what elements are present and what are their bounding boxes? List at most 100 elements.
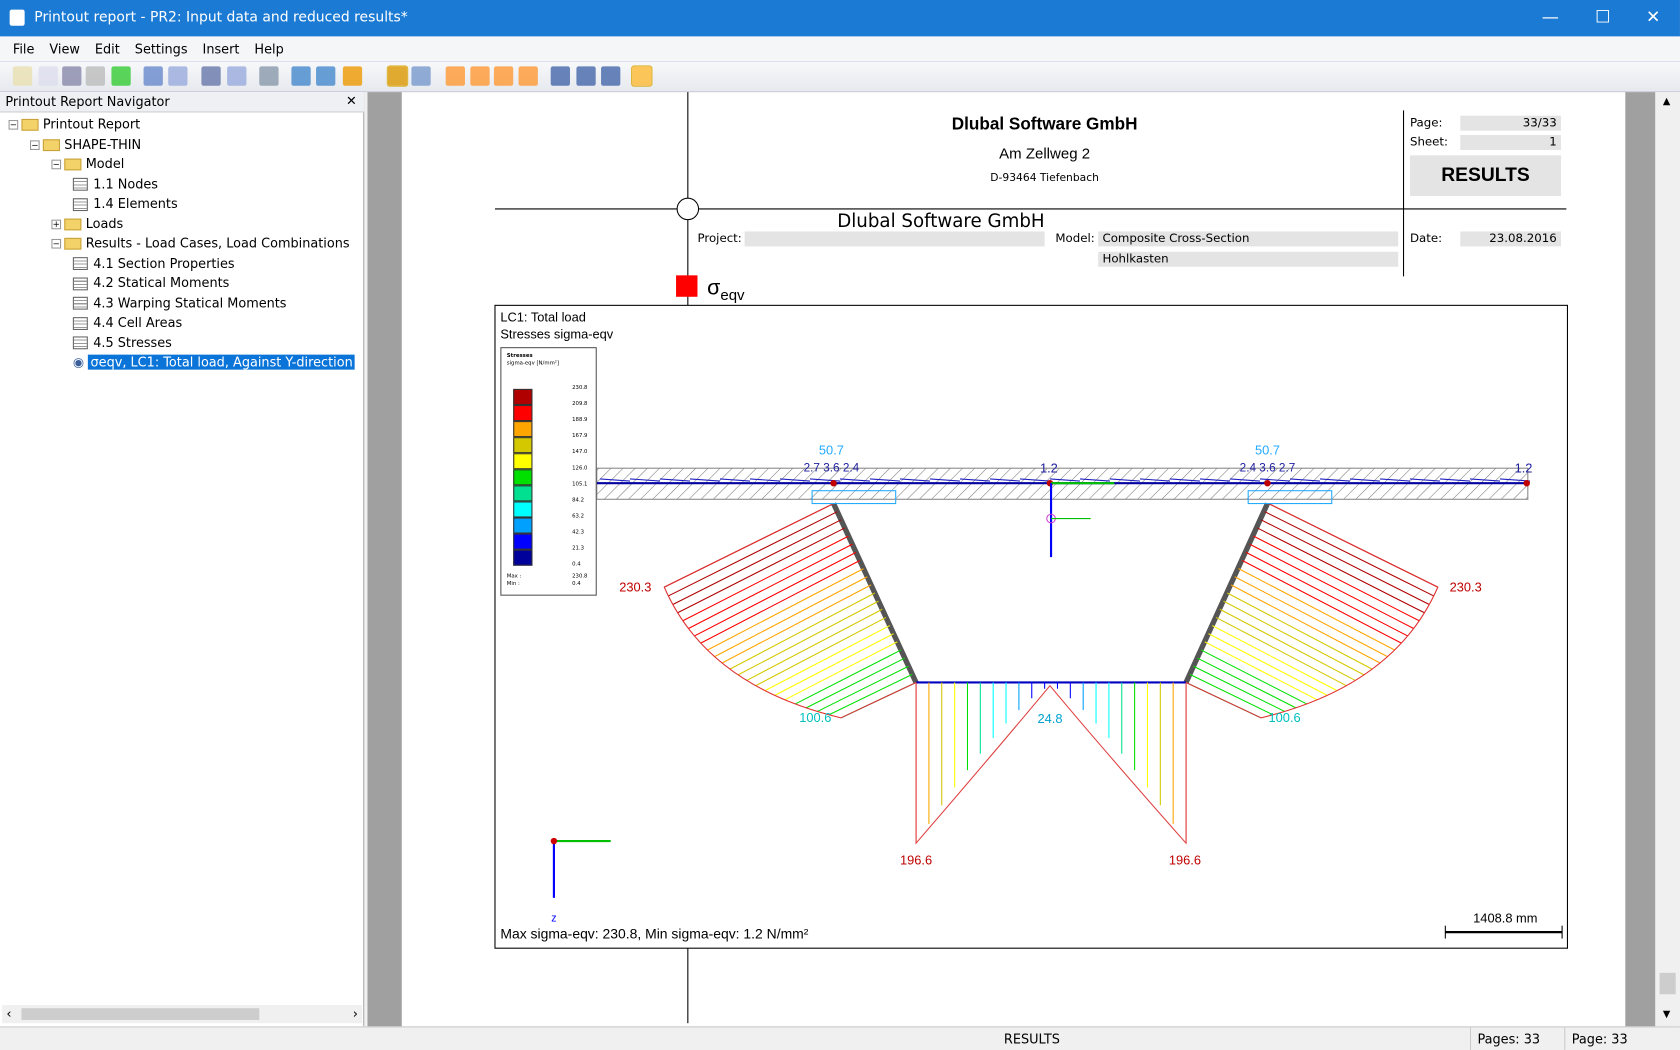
status-page: Page: 33 (1564, 1027, 1634, 1050)
model-label: Model: (1055, 231, 1095, 246)
legend-max: 230.8 (572, 573, 588, 580)
stress-hatch-line (1215, 616, 1347, 687)
stress-label: 196.6 (900, 853, 932, 868)
stress-label: 1.2 (1515, 460, 1533, 475)
stress-hatch-line (1230, 584, 1381, 664)
stress-hatch-line (805, 657, 906, 709)
stress-label: 24.8 (1037, 711, 1062, 726)
graphic-symbol: σeqv (707, 276, 745, 304)
graphic-footer: Max sigma-eqv: 230.8, Min sigma-eqv: 1.2… (500, 925, 809, 942)
company-street: Am Zellweg 2 (999, 144, 1091, 162)
stress-hatch-line (1257, 527, 1425, 614)
stress-hatch-line (774, 633, 894, 696)
stress-label: 196.6 (1169, 853, 1201, 868)
legend-value: 209.8 (572, 400, 588, 408)
stress-hatch-line (1260, 519, 1430, 605)
legend-value: 105.1 (572, 481, 588, 488)
stress-hatch-line (1197, 657, 1297, 709)
stress-label: 2.7 3.6 2.4 (804, 461, 860, 474)
legend-unit: sigma-eqv [N/mm²] (506, 359, 560, 367)
register-mark (676, 197, 700, 221)
right-web (1183, 502, 1270, 684)
stress-label: 100.6 (1269, 710, 1301, 725)
legend-min-label: Min : (506, 580, 520, 588)
section-title: RESULTS (1409, 155, 1562, 197)
stress-label: 100.6 (799, 710, 831, 725)
legend-swatch (513, 421, 533, 438)
stress-hatch-line (1242, 560, 1402, 644)
legend-swatch (513, 533, 533, 550)
scale-label: 1408.8 mm (1473, 910, 1538, 926)
legend-max-label: Max : (506, 573, 522, 580)
stress-outline (915, 682, 1187, 845)
legend-swatch (513, 404, 533, 422)
stress-label: 1.2 (1040, 460, 1058, 475)
stress-hatch-line (729, 592, 876, 670)
graphic-subtitle: Stresses sigma-eqv (500, 326, 614, 342)
node (830, 479, 837, 487)
origin (550, 837, 558, 845)
legend-swatch (513, 549, 533, 566)
page-value: 33/33 (1460, 115, 1562, 131)
stress-hatch-line (721, 584, 872, 664)
legend-min: 0.4 (572, 580, 581, 588)
stress-hatch-line (700, 560, 861, 644)
stress-label: 2.4 3.6 2.7 (1240, 461, 1296, 474)
legend-swatch (513, 469, 533, 486)
graphic-frame (494, 304, 1568, 949)
stress-hatch-line (1253, 535, 1420, 622)
legend-value: 188.9 (572, 416, 588, 424)
company-name: Dlubal Software GmbH (951, 115, 1138, 134)
status-bar: RESULTS Pages: 33 Page: 33 (0, 1026, 1680, 1050)
color-legend: Stresses sigma-eqv [N/mm²] 230.8 209.8 188… (500, 347, 597, 596)
project-value (744, 231, 1045, 247)
sheet-label: Sheet: (1409, 134, 1449, 149)
date-label: Date: (1409, 231, 1443, 246)
legend-title: Stresses (506, 352, 533, 359)
stress-hatch-line (764, 625, 891, 692)
node (1264, 479, 1271, 487)
stress-hatch-line (1238, 568, 1395, 651)
legend-value: 63.2 (572, 513, 585, 520)
stress-hatch-line (707, 568, 864, 651)
page-label: Page: (1409, 115, 1443, 130)
stress-label: 230.3 (619, 579, 651, 594)
stress-label: 50.7 (819, 442, 844, 457)
project-label: Project: (697, 231, 742, 246)
stress-hatch-line (755, 616, 887, 687)
stress-hatch-line (688, 543, 853, 629)
legend-value: 0.4 (572, 561, 581, 568)
legend-value: 84.2 (572, 497, 585, 504)
stress-hatch-line (694, 551, 857, 637)
load-case-title: LC1: Total load (500, 309, 586, 325)
result-color-marker (676, 275, 698, 297)
stress-hatch-line (672, 519, 842, 605)
legend-value: 147.0 (572, 448, 588, 456)
stress-hatch-line (1249, 543, 1414, 629)
date-value: 23.08.2016 (1460, 231, 1562, 247)
stress-hatch-line (817, 665, 909, 712)
legend-swatch (513, 437, 533, 454)
legend-swatch (513, 517, 533, 534)
company-city: D-93464 Tiefenbach (990, 172, 1099, 185)
model-value: Composite Cross-Section (1098, 231, 1399, 247)
stress-hatch-line (668, 511, 838, 597)
stress-hatch-line (1227, 592, 1373, 670)
sheet-value: 1 (1460, 134, 1562, 150)
legend-swatch (513, 453, 533, 470)
stress-hatch-line (682, 535, 849, 622)
stress-hatch-line (1208, 633, 1328, 696)
legend-value: 21.3 (572, 545, 585, 552)
stress-label: 50.7 (1255, 442, 1280, 457)
stress-hatch-line (1264, 511, 1434, 597)
legend-swatch (513, 485, 533, 502)
stress-hatch-line (677, 527, 846, 614)
stress-hatch-line (1212, 625, 1338, 692)
model-description: Hohlkasten (1098, 251, 1399, 267)
legend-swatch (513, 501, 533, 518)
legend-value: 230.8 (572, 384, 588, 392)
status-section: RESULTS (1003, 1031, 1060, 1047)
node (1523, 479, 1530, 487)
legend-value: 42.3 (572, 529, 585, 536)
stress-label: 230.3 (1450, 579, 1482, 594)
